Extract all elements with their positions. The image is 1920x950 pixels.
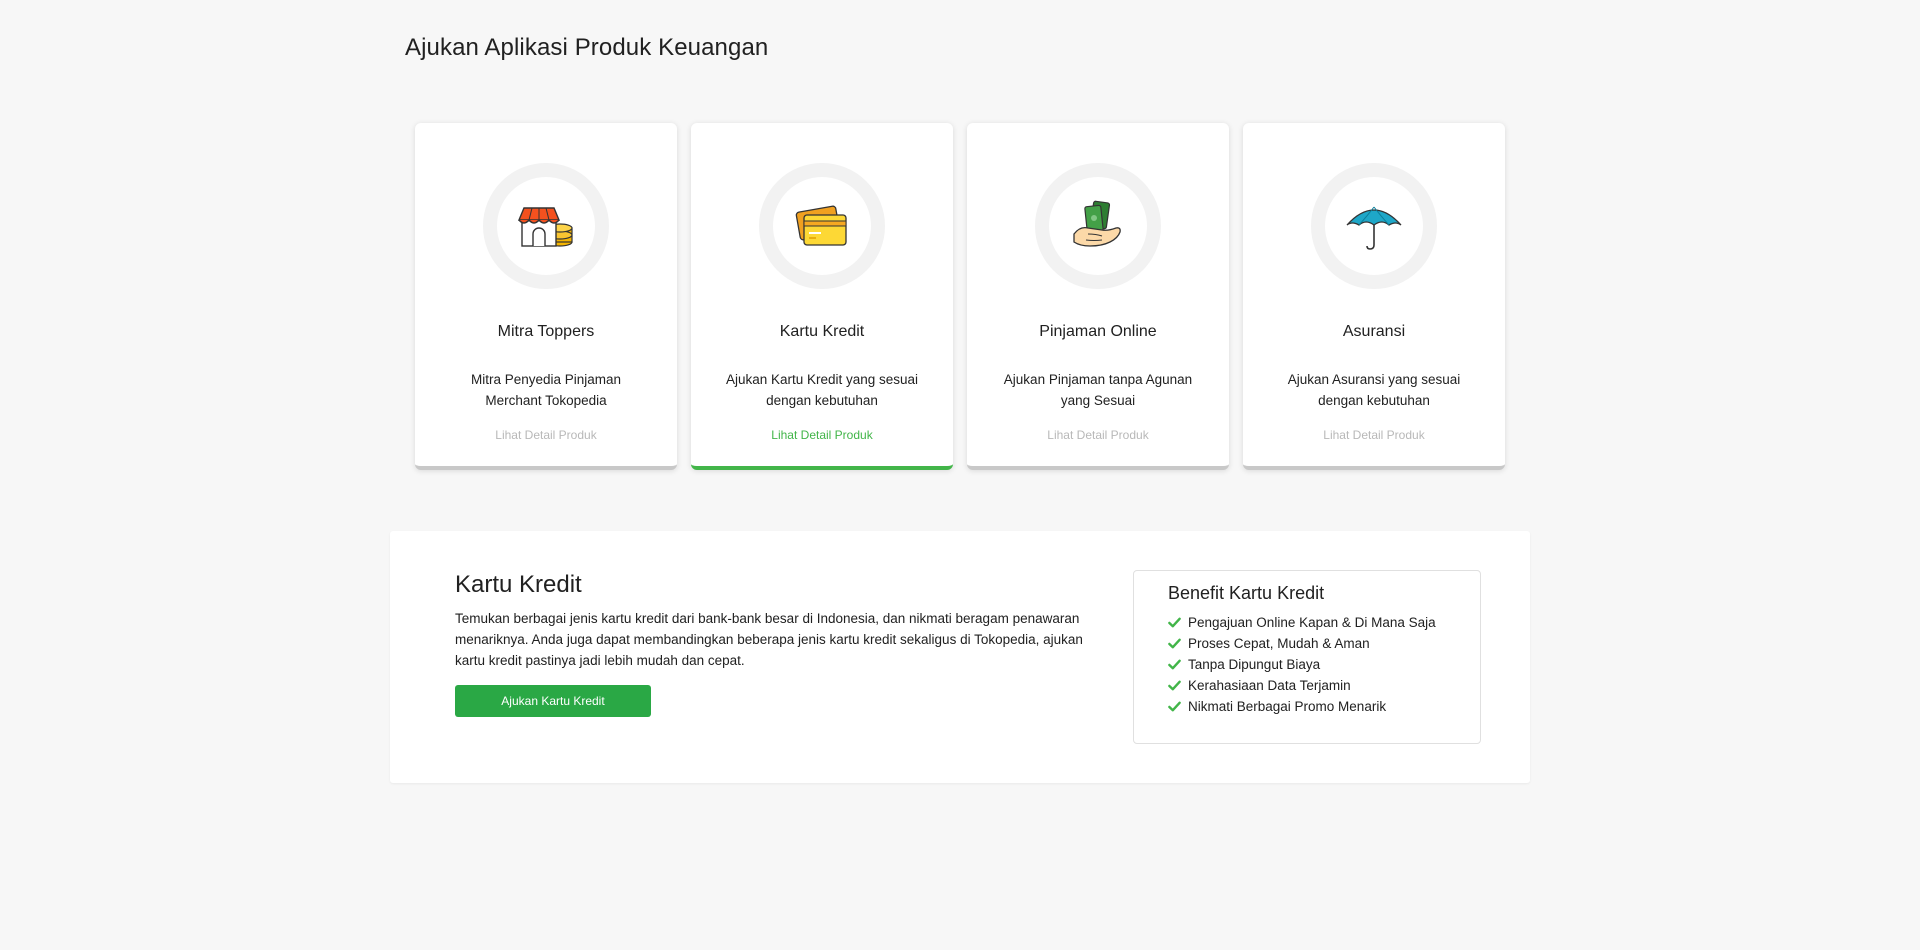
icon-circle bbox=[759, 163, 885, 289]
benefit-text: Nikmati Berbagai Promo Menarik bbox=[1188, 699, 1387, 714]
detail-link[interactable]: Lihat Detail Produk bbox=[967, 428, 1229, 442]
benefit-box: Benefit Kartu Kredit Pengajuan Online Ka… bbox=[1133, 570, 1481, 744]
card-description: Ajukan Pinjaman tanpa Agunan yang Sesuai bbox=[1003, 372, 1193, 408]
benefit-text: Kerahasiaan Data Terjamin bbox=[1188, 678, 1351, 693]
benefit-text: Proses Cepat, Mudah & Aman bbox=[1188, 636, 1370, 651]
check-icon bbox=[1168, 701, 1181, 712]
card-description: Ajukan Kartu Kredit yang sesuai dengan k… bbox=[725, 372, 919, 408]
benefit-item: Tanpa Dipungut Biaya bbox=[1168, 654, 1436, 675]
card-description: Mitra Penyedia Pinjaman Merchant Tokoped… bbox=[470, 372, 622, 408]
detail-link[interactable]: Lihat Detail Produk bbox=[415, 428, 677, 442]
product-detail-panel: Kartu Kredit Temukan berbagai jenis kart… bbox=[390, 531, 1530, 783]
detail-description: Temukan berbagai jenis kartu kredit dari… bbox=[455, 611, 1083, 668]
card-title: Pinjaman Online bbox=[1039, 323, 1157, 340]
umbrella-icon bbox=[1346, 206, 1402, 250]
check-icon bbox=[1168, 617, 1181, 628]
benefit-text: Pengajuan Online Kapan & Di Mana Saja bbox=[1188, 615, 1436, 630]
card-title: Mitra Toppers bbox=[497, 323, 595, 340]
detail-link[interactable]: Lihat Detail Produk bbox=[691, 428, 953, 442]
icon-circle bbox=[1311, 163, 1437, 289]
page-title: Ajukan Aplikasi Produk Keuangan bbox=[405, 34, 769, 61]
check-icon bbox=[1168, 680, 1181, 691]
detail-title: Kartu Kredit bbox=[455, 571, 582, 598]
credit-card-icon bbox=[795, 205, 847, 246]
benefit-item: Kerahasiaan Data Terjamin bbox=[1168, 675, 1436, 696]
product-cards: Mitra Toppers Mitra Penyedia Pinjaman Me… bbox=[415, 123, 1505, 470]
benefit-item: Proses Cepat, Mudah & Aman bbox=[1168, 633, 1436, 654]
check-icon bbox=[1168, 659, 1181, 670]
icon-circle bbox=[483, 163, 609, 289]
product-card-mitra-toppers[interactable]: Mitra Toppers Mitra Penyedia Pinjaman Me… bbox=[415, 123, 677, 470]
card-title: Asuransi bbox=[1342, 323, 1406, 340]
check-icon bbox=[1168, 638, 1181, 649]
apply-credit-card-button[interactable]: Ajukan Kartu Kredit bbox=[455, 685, 651, 717]
card-description: Ajukan Asuransi yang sesuai dengan kebut… bbox=[1287, 372, 1461, 408]
benefit-title: Benefit Kartu Kredit bbox=[1168, 583, 1325, 603]
detail-link[interactable]: Lihat Detail Produk bbox=[1243, 428, 1505, 442]
benefit-item: Pengajuan Online Kapan & Di Mana Saja bbox=[1168, 612, 1436, 633]
store-coins-icon bbox=[517, 207, 573, 247]
product-card-asuransi[interactable]: Asuransi Ajukan Asuransi yang sesuai den… bbox=[1243, 123, 1505, 470]
hand-cash-icon bbox=[1073, 200, 1121, 247]
product-card-kartu-kredit[interactable]: Kartu Kredit Ajukan Kartu Kredit yang se… bbox=[691, 123, 953, 470]
icon-circle bbox=[1035, 163, 1161, 289]
card-title: Kartu Kredit bbox=[779, 323, 865, 340]
benefit-text: Tanpa Dipungut Biaya bbox=[1188, 657, 1321, 672]
benefit-item: Nikmati Berbagai Promo Menarik bbox=[1168, 696, 1436, 717]
benefit-list: Pengajuan Online Kapan & Di Mana Saja Pr… bbox=[1168, 612, 1436, 717]
product-card-pinjaman-online[interactable]: Pinjaman Online Ajukan Pinjaman tanpa Ag… bbox=[967, 123, 1229, 470]
